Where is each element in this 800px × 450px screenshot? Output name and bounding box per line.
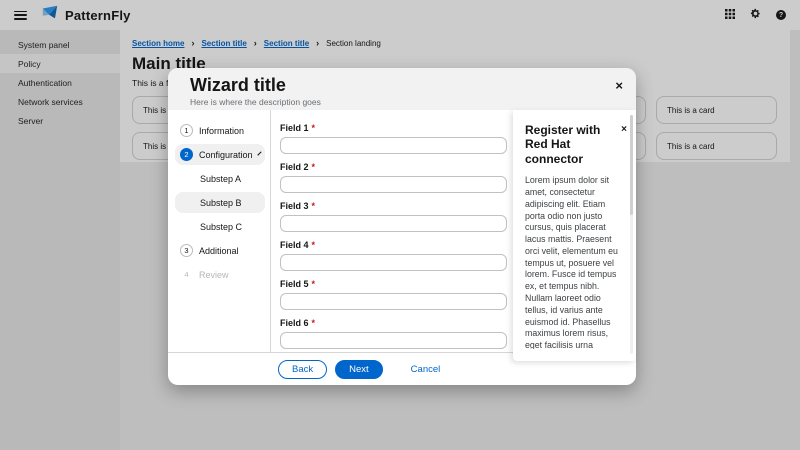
- wizard-step-additional[interactable]: 3 Additional: [175, 240, 265, 261]
- required-indicator: *: [311, 201, 316, 211]
- drawer-title: Register with Red Hat connector: [525, 123, 601, 166]
- scrollbar-thumb[interactable]: [630, 115, 633, 216]
- step-label: Review: [199, 269, 229, 280]
- substep-label: Substep C: [200, 221, 243, 232]
- step-label: Additional: [199, 245, 239, 256]
- wizard-step-configuration[interactable]: 2 Configuration: [175, 144, 265, 165]
- next-button[interactable]: Next: [335, 359, 383, 379]
- field-1-input[interactable]: [280, 137, 507, 154]
- wizard-modal: Wizard title Here is where the descripti…: [168, 68, 636, 385]
- field-4-input[interactable]: [280, 254, 507, 271]
- required-indicator: *: [311, 279, 316, 289]
- field-5-input[interactable]: [280, 293, 507, 310]
- wizard-header: Wizard title Here is where the descripti…: [168, 68, 636, 110]
- field-label: Field 5: [280, 279, 309, 289]
- step-number: 3: [180, 244, 193, 257]
- substep-label: Substep B: [200, 197, 242, 208]
- scrollbar[interactable]: [630, 115, 633, 354]
- wizard-substep-a[interactable]: Substep A: [175, 168, 265, 189]
- cancel-button[interactable]: Cancel: [398, 360, 454, 379]
- step-number: 4: [184, 270, 189, 279]
- close-icon[interactable]: ×: [615, 79, 623, 92]
- field-label: Field 6: [280, 318, 309, 328]
- back-button[interactable]: Back: [278, 359, 328, 379]
- wizard-description: Here is where the description goes: [190, 97, 321, 107]
- wizard-step-information[interactable]: 1 Information: [175, 120, 265, 141]
- field-label: Field 2: [280, 162, 309, 172]
- field-6-input[interactable]: [280, 332, 507, 349]
- wizard-step-review: 4 Review: [175, 264, 265, 285]
- field-label: Field 3: [280, 201, 309, 211]
- substep-label: Substep A: [200, 173, 242, 184]
- step-number: 2: [180, 148, 193, 161]
- wizard-substep-c[interactable]: Substep C: [175, 216, 265, 237]
- chevron-down-icon: [256, 150, 262, 156]
- required-indicator: *: [311, 240, 316, 250]
- close-icon[interactable]: ×: [621, 125, 627, 135]
- drawer-paragraph: Lorem ipsum dolor sit amet, consectetur …: [525, 175, 618, 350]
- field-2-input[interactable]: [280, 176, 507, 193]
- wizard-title: Wizard title: [190, 75, 286, 95]
- step-label: Configuration: [199, 149, 253, 160]
- required-indicator: *: [311, 318, 316, 328]
- field-label: Field 1: [280, 123, 309, 133]
- wizard-substep-b[interactable]: Substep B: [175, 192, 265, 213]
- field-3-input[interactable]: [280, 215, 507, 232]
- step-number: 1: [180, 124, 193, 137]
- required-indicator: *: [311, 162, 316, 172]
- required-indicator: *: [311, 123, 316, 133]
- drawer-body: Lorem ipsum dolor sit amet, consectetur …: [525, 175, 625, 349]
- field-label: Field 4: [280, 240, 309, 250]
- step-label: Information: [199, 125, 245, 136]
- wizard-nav: 1 Information 2 Configuration Substep A …: [168, 110, 271, 352]
- drawer-panel: Register with Red Hat connector × Lorem …: [513, 110, 636, 361]
